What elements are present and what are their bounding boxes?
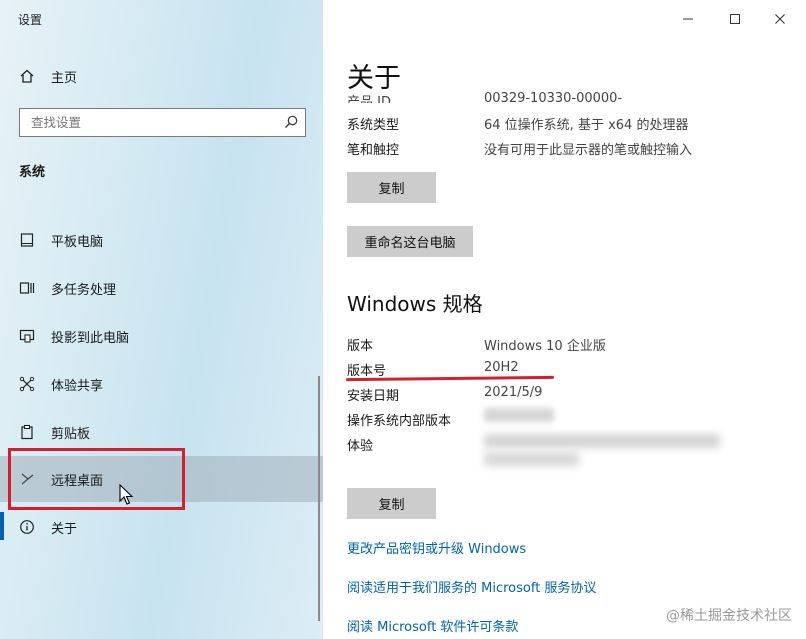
- row-key: 笔和触控: [347, 143, 400, 158]
- row-key: 操作系统内部版本: [347, 414, 452, 429]
- clipboard-icon: [18, 423, 36, 441]
- change-product-key-link[interactable]: 更改产品密钥或升级 Windows: [347, 538, 526, 557]
- sidebar-item-label: 主页: [51, 70, 78, 86]
- row-key: 版本: [347, 339, 374, 354]
- selection-indicator: [0, 512, 4, 540]
- sidebar-item-tablet[interactable]: 平板电脑: [0, 217, 323, 263]
- sidebar-item-label: 关于: [51, 521, 78, 537]
- copy-spec-button[interactable]: 复制: [347, 488, 436, 519]
- rename-pc-button[interactable]: 重命名这台电脑: [347, 226, 473, 257]
- info-row-install-date: 安装日期 2021/5/9: [347, 385, 797, 407]
- redacted-value: [484, 408, 554, 422]
- tablet-icon: [18, 231, 36, 249]
- redacted-value: [484, 434, 720, 448]
- share-icon: [18, 375, 36, 393]
- minimize-icon[interactable]: [677, 8, 699, 30]
- search-input[interactable]: [20, 109, 275, 136]
- sidebar-item-label: 剪贴板: [51, 426, 91, 442]
- sidebar-item-home[interactable]: 主页: [0, 53, 323, 99]
- row-key: 安装日期: [347, 389, 400, 404]
- row-key: 系统类型: [347, 118, 400, 133]
- sidebar-item-label: 多任务处理: [51, 282, 117, 298]
- license-terms-link[interactable]: 阅读 Microsoft 软件许可条款: [347, 616, 518, 635]
- info-row-system-type: 系统类型 64 位操作系统, 基于 x64 的处理器: [347, 114, 797, 136]
- mouse-cursor-icon: [119, 484, 134, 505]
- main-panel: 关于 产品 ID 00329-10330-00000-AA391 系统类型 64…: [323, 0, 806, 639]
- search-box[interactable]: [19, 108, 306, 137]
- app-title: 设置: [18, 13, 43, 27]
- project-icon: [18, 327, 36, 345]
- row-key: 体验: [347, 439, 374, 454]
- sidebar-item-label: 投影到此电脑: [51, 330, 130, 346]
- row-value: 2021/5/9: [484, 385, 543, 400]
- sidebar: 设置 主页 系统 平板电脑 多任务处理 投影到此电脑 体验共享: [0, 0, 323, 639]
- section-title: 系统: [19, 165, 46, 180]
- info-icon: [18, 518, 36, 536]
- watermark: @稀土掘金技术社区: [666, 608, 792, 624]
- copy-device-info-button[interactable]: 复制: [347, 172, 436, 203]
- service-agreement-link[interactable]: 阅读适用于我们服务的 Microsoft 服务协议: [347, 577, 596, 596]
- info-row-os-build: 操作系统内部版本: [347, 410, 797, 432]
- windows-spec-title: Windows 规格: [347, 292, 483, 316]
- close-icon[interactable]: [769, 8, 791, 30]
- row-value: 64 位操作系统, 基于 x64 的处理器: [484, 118, 689, 133]
- info-row-edition: 版本 Windows 10 企业版: [347, 335, 797, 357]
- sidebar-item-share[interactable]: 体验共享: [0, 361, 323, 407]
- info-row-pen-touch: 笔和触控 没有可用于此显示器的笔或触控输入: [347, 139, 797, 161]
- row-key: 版本号: [347, 364, 387, 379]
- search-icon[interactable]: [283, 114, 299, 130]
- row-value: 没有可用于此显示器的笔或触控输入: [484, 143, 693, 158]
- row-value: 20H2: [484, 360, 519, 375]
- maximize-icon[interactable]: [724, 8, 746, 30]
- home-icon: [18, 67, 36, 85]
- row-value: 00329-10330-00000-AA391: [484, 91, 623, 103]
- sidebar-item-multitasking[interactable]: 多任务处理: [0, 265, 323, 311]
- scrollbar[interactable]: [318, 376, 320, 621]
- row-key: 产品 ID: [347, 95, 391, 103]
- clipped-row: 产品 ID 00329-10330-00000-AA391: [323, 87, 623, 103]
- sidebar-item-label: 平板电脑: [51, 234, 104, 250]
- sidebar-item-about[interactable]: 关于: [0, 504, 323, 550]
- redacted-value: [484, 452, 579, 466]
- sidebar-item-project[interactable]: 投影到此电脑: [0, 313, 323, 359]
- annotation-highlight-box: [8, 448, 185, 510]
- multitasking-icon: [18, 279, 36, 297]
- row-value: Windows 10 企业版: [484, 339, 606, 354]
- sidebar-item-label: 体验共享: [51, 378, 104, 394]
